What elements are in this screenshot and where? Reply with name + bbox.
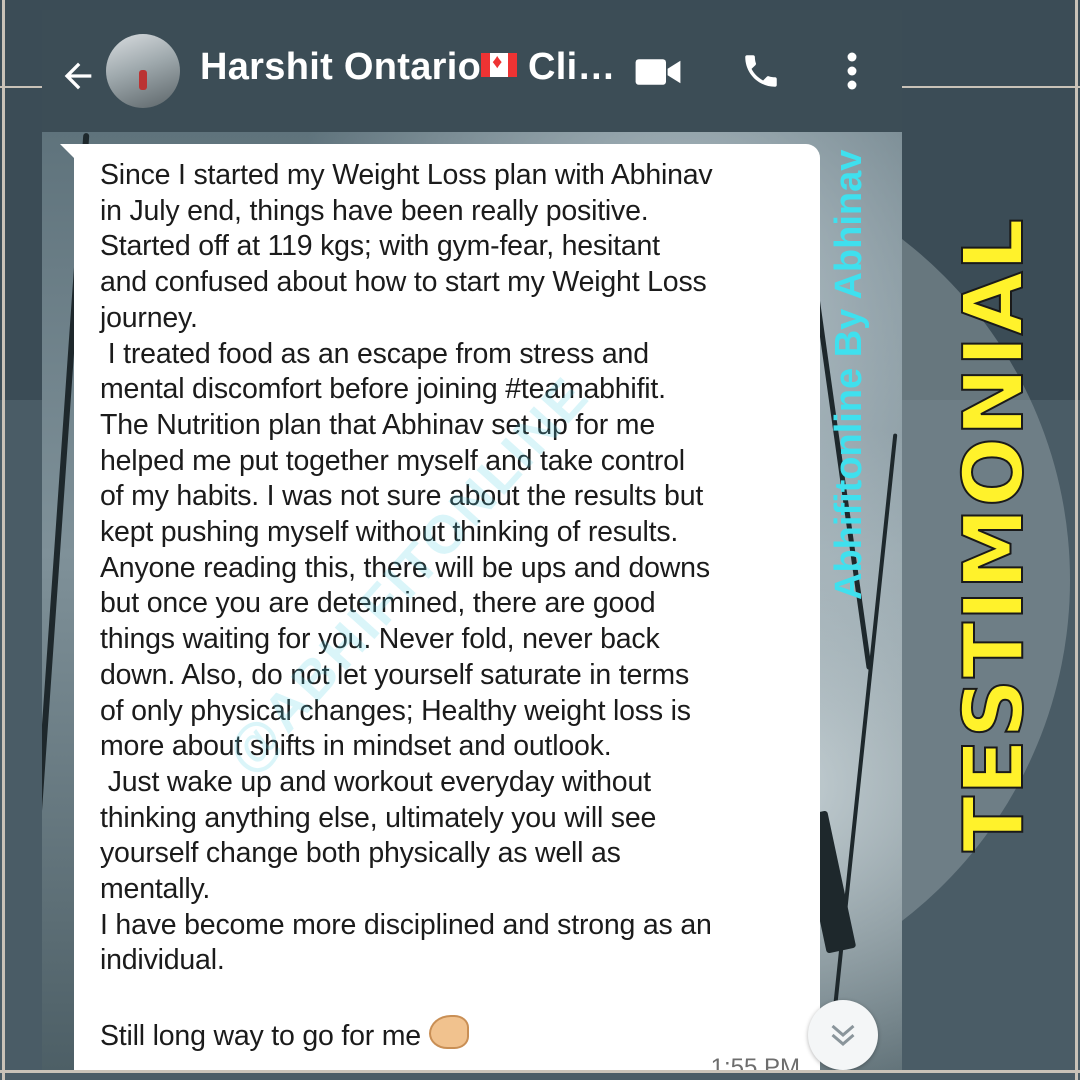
phone-icon[interactable] [740,50,782,92]
message-body: Since I started my Weight Loss plan with… [100,158,800,1055]
frame-line-bottom [0,1070,1080,1073]
contact-name: Harshit Ontario [200,46,482,88]
side-brand-caption: Abhifitonline By Abhinav [828,150,870,601]
canada-flag-icon [481,51,518,77]
contact-name-truncated: Cli… [527,46,616,88]
message-bubble[interactable]: Since I started my Weight Loss plan with… [74,144,820,1070]
chat-app-bar: Harshit Ontario Cli… [42,10,902,132]
avatar[interactable] [106,34,180,108]
scroll-to-bottom-button[interactable] [808,1000,878,1070]
chat-title[interactable]: Harshit Ontario Cli… [200,46,620,89]
flexed-biceps-icon [428,1014,469,1049]
double-chevron-down-icon [831,1024,855,1046]
frame-line-right [1075,0,1078,1080]
frame-line-left [2,0,5,1080]
testimonial-banner: TESTIMONIAL [946,217,1043,854]
chat-screen: Harshit Ontario Cli… Since I started my … [42,10,902,1070]
video-call-icon[interactable] [634,56,682,88]
message-timestamp: 1:55 PM [710,1054,800,1070]
more-vert-icon[interactable] [842,50,862,92]
back-arrow-icon[interactable] [58,56,98,96]
